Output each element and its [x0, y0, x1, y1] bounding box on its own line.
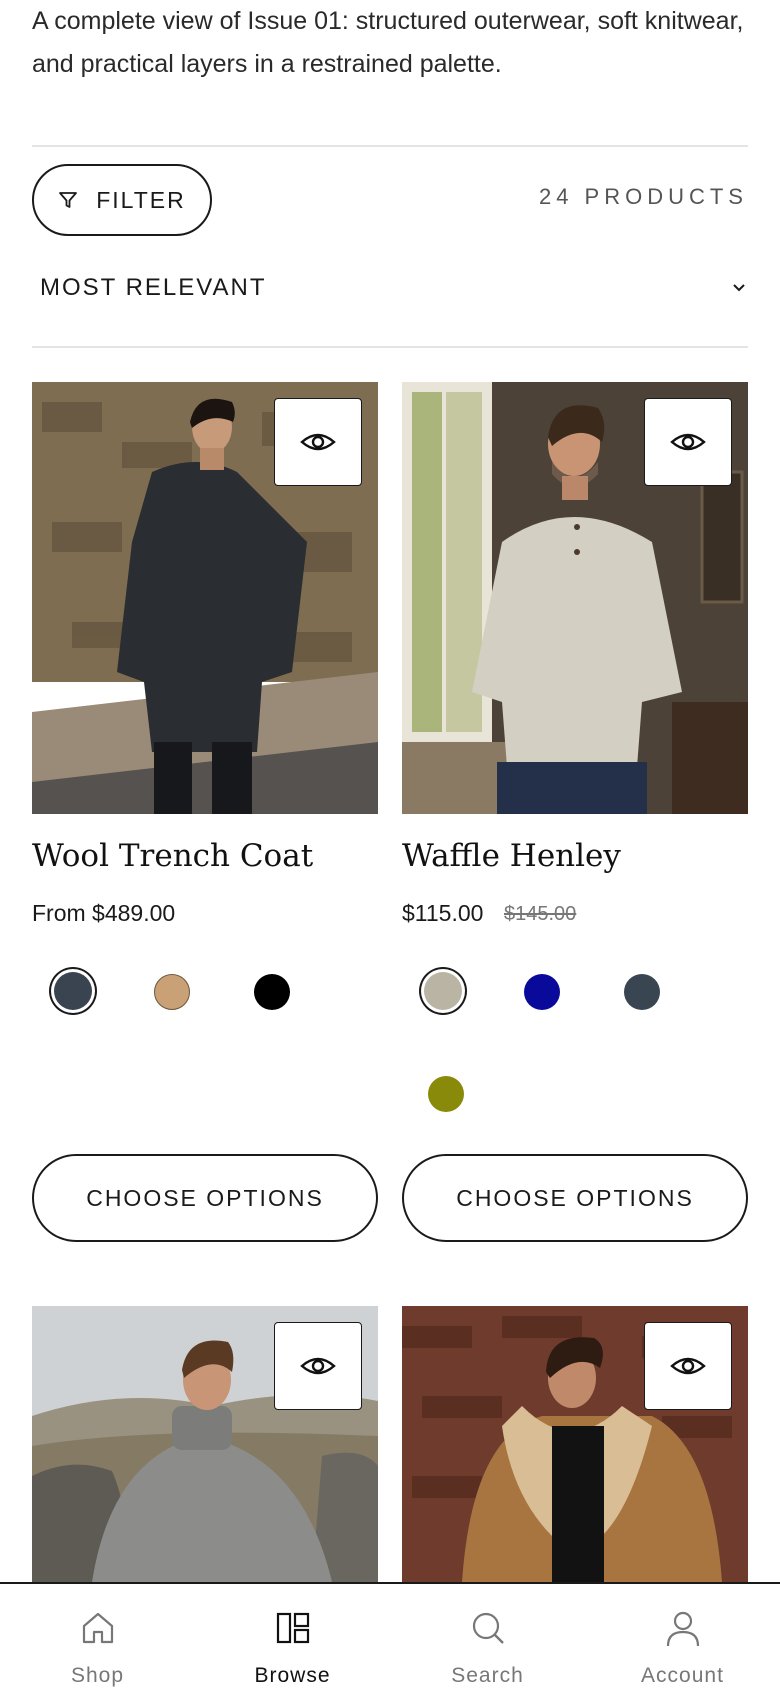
eye-icon	[300, 433, 336, 451]
eye-icon	[670, 433, 706, 451]
quick-view-button[interactable]	[274, 398, 362, 486]
quick-view-button[interactable]	[644, 398, 732, 486]
compare-at-price: $145.00	[504, 903, 577, 925]
color-swatch[interactable]	[424, 972, 462, 1010]
filter-funnel-icon	[59, 192, 78, 208]
product-image[interactable]	[402, 1306, 748, 1582]
chevron-down-icon	[733, 284, 745, 292]
product-count: 24 PRODUCTS	[538, 184, 748, 209]
user-icon	[666, 1611, 699, 1647]
color-swatch[interactable]	[154, 974, 190, 1010]
product-image[interactable]	[402, 382, 748, 814]
sort-select[interactable]: MOST RELEVANT	[40, 274, 748, 302]
product-card	[402, 1306, 748, 1582]
sort-label: MOST RELEVANT	[40, 274, 267, 301]
tab-label: Browse	[254, 1664, 331, 1687]
collection-description: A complete view of Issue 01: structured …	[32, 7, 744, 78]
divider	[32, 145, 748, 147]
choose-options-button[interactable]: CHOOSE OPTIONS	[32, 1154, 378, 1242]
bottom-tab-bar: Shop Browse Search Account	[0, 1582, 780, 1688]
color-swatch[interactable]	[254, 974, 290, 1010]
product-card: Waffle Henley $115.00 $145.00 CHOOSE OPT…	[402, 382, 748, 1242]
eye-icon	[670, 1357, 706, 1375]
product-name[interactable]: Wool Trench Coat	[32, 838, 313, 874]
tab-search[interactable]: Search	[390, 1584, 585, 1688]
tab-label: Account	[641, 1664, 724, 1687]
quick-view-button[interactable]	[644, 1322, 732, 1410]
tab-label: Search	[451, 1664, 524, 1687]
tab-browse[interactable]: Browse	[195, 1584, 390, 1688]
product-image[interactable]	[32, 1306, 378, 1582]
tab-shop[interactable]: Shop	[0, 1584, 195, 1688]
divider	[32, 346, 748, 348]
home-icon	[82, 1612, 113, 1644]
product-price: $115.00	[402, 900, 484, 926]
color-swatch[interactable]	[624, 974, 660, 1010]
product-name[interactable]: Waffle Henley	[402, 838, 621, 874]
filter-label: FILTER	[96, 186, 186, 213]
eye-icon	[300, 1357, 336, 1375]
choose-options-button[interactable]: CHOOSE OPTIONS	[402, 1154, 748, 1242]
product-price: From $489.00	[32, 900, 176, 926]
tab-label: Shop	[70, 1664, 125, 1687]
grid-icon	[276, 1612, 309, 1644]
search-icon	[472, 1612, 504, 1644]
color-swatch[interactable]	[54, 972, 92, 1010]
color-swatch[interactable]	[524, 974, 560, 1010]
product-card: Wool Trench Coat From $489.00 CHOOSE OPT…	[32, 382, 378, 1242]
quick-view-button[interactable]	[274, 1322, 362, 1410]
product-image[interactable]	[32, 382, 378, 814]
tab-account[interactable]: Account	[585, 1584, 780, 1688]
color-swatch[interactable]	[428, 1076, 464, 1112]
product-card	[32, 1306, 378, 1582]
filter-button[interactable]: FILTER	[32, 164, 212, 236]
